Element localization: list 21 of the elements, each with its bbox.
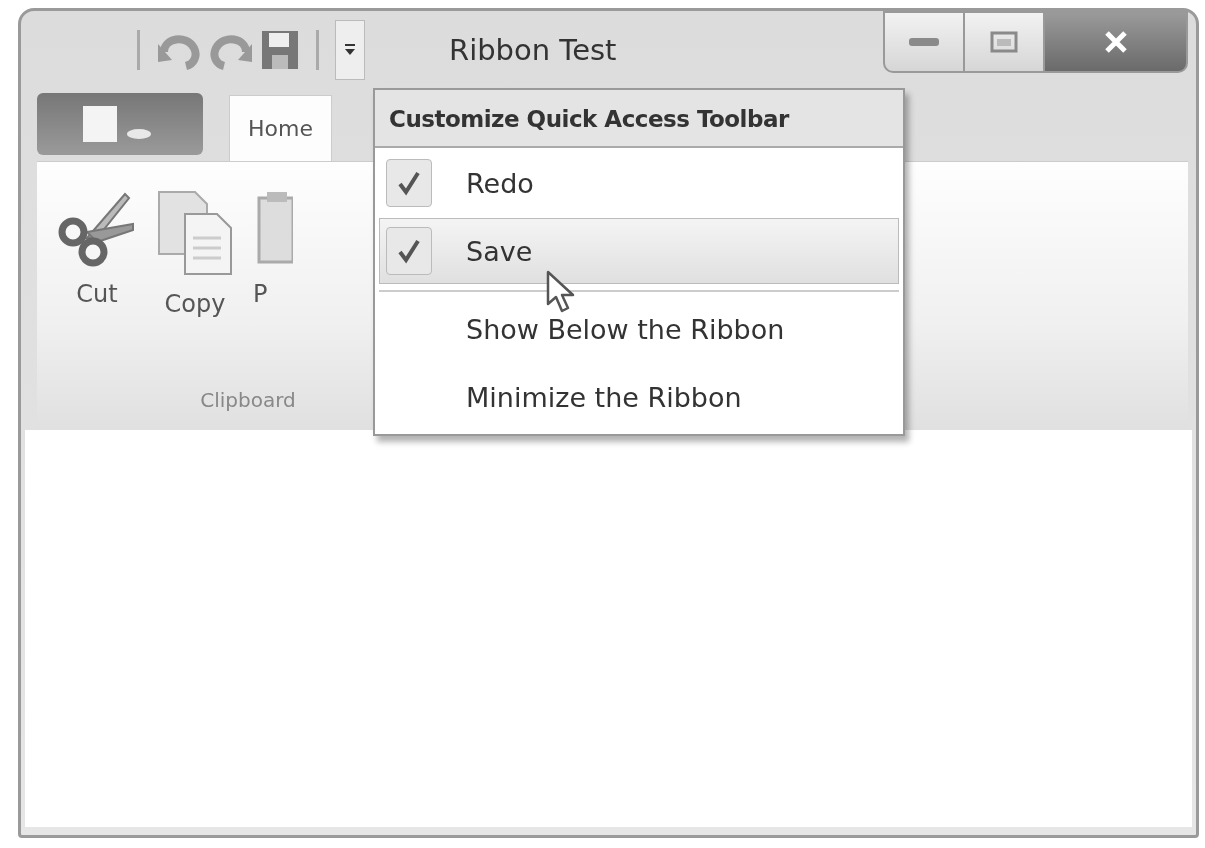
minimize-button[interactable] <box>883 11 963 73</box>
paste-button[interactable]: P <box>249 188 297 306</box>
copy-button[interactable]: Copy <box>151 188 239 316</box>
menu-item[interactable]: Show Below the Ribbon <box>379 296 899 362</box>
close-icon <box>1103 31 1128 53</box>
menu-header: Customize Quick Access Toolbar <box>375 90 903 148</box>
close-button[interactable] <box>1043 11 1188 73</box>
application-button[interactable] <box>37 93 203 155</box>
ribbon-tab[interactable]: Home <box>229 95 332 161</box>
maximize-icon <box>989 30 1019 54</box>
maximize-button[interactable] <box>963 11 1043 73</box>
cut-button[interactable]: Cut <box>53 188 141 306</box>
group-label: Clipboard <box>199 388 297 412</box>
copy-icon <box>155 188 235 278</box>
window-title: Ribbon Test <box>449 33 617 67</box>
save-icon[interactable] <box>260 29 300 71</box>
minimize-icon <box>907 35 941 49</box>
customize-dropdown-button[interactable] <box>335 20 365 80</box>
menu-item[interactable]: Redo <box>379 150 899 216</box>
menu-item[interactable]: Save <box>379 218 899 284</box>
menu-item[interactable]: Minimize the Ribbon <box>379 364 899 430</box>
